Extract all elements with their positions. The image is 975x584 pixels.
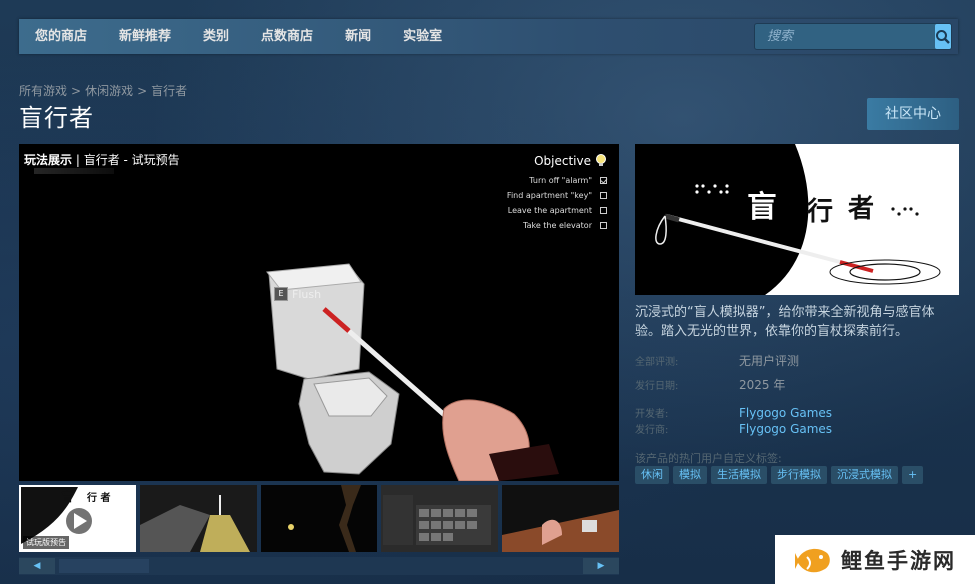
breadcrumb-current[interactable]: 盲行者: [151, 84, 187, 98]
page-title: 盲行者: [19, 104, 94, 132]
thumbnail-badge: 试玩版预告: [23, 536, 69, 549]
breadcrumb: 所有游戏 > 休闲游戏 > 盲行者: [19, 82, 187, 99]
key-prompt: E: [274, 287, 288, 301]
objective-text: Find apartment "key": [506, 191, 592, 200]
svg-text:盲: 盲: [61, 489, 73, 504]
game-capsule-image: 盲 行 者: [635, 144, 959, 295]
search-button[interactable]: [935, 24, 951, 49]
objective-text: Take the elevator: [523, 221, 592, 230]
objective-title: Objective: [507, 154, 607, 168]
info-publisher: 发行商: Flygogo Games: [635, 421, 832, 436]
objective-item: Find apartment "key": [507, 191, 607, 200]
objective-title-text: Objective: [534, 154, 591, 168]
video-subtitle-blur: [34, 168, 114, 174]
thumbnail-screenshot[interactable]: [502, 485, 619, 552]
carp-logo-icon: [795, 548, 830, 572]
thumbnail-image: [381, 485, 499, 552]
info-reviews: 全部评测: 无用户评测: [635, 352, 799, 369]
store-nav: 您的商店 新鲜推荐 类别 点数商店 新闻 实验室: [19, 19, 958, 54]
video-label-title: | 盲行者 - 试玩预告: [72, 153, 180, 167]
objective-text: Leave the apartment: [507, 206, 592, 215]
thumbnail-screenshot[interactable]: [139, 485, 257, 552]
tag-simulation[interactable]: 模拟: [673, 466, 707, 484]
arrow-right-icon: ▶: [597, 561, 605, 571]
thumbnail-screenshot[interactable]: [381, 485, 499, 552]
tag-walking-sim[interactable]: 步行模拟: [771, 466, 827, 484]
thumbnail-image: [260, 485, 378, 552]
breadcrumb-separator: >: [137, 84, 148, 98]
community-hub-button[interactable]: 社区中心: [867, 98, 959, 130]
interaction-prompt: E Flush: [274, 287, 321, 301]
nav-your-store[interactable]: 您的商店: [19, 19, 103, 54]
site-watermark: 鲤鱼手游网: [775, 535, 975, 584]
breadcrumb-all-games[interactable]: 所有游戏: [19, 84, 67, 98]
thumbnail-scrollbar[interactable]: ◀ ▶: [19, 557, 619, 575]
video-player[interactable]: 玩法展示 | 盲行者 - 试玩预告 Objective Turn off "al…: [19, 144, 619, 481]
nav-news[interactable]: 新闻: [329, 19, 387, 54]
info-label: 全部评测:: [635, 357, 679, 368]
nav-labs[interactable]: 实验室: [387, 19, 458, 54]
tag-list: 休闲 模拟 生活模拟 步行模拟 沉浸式模拟 +: [635, 466, 924, 484]
thumbnail-screenshot[interactable]: [260, 485, 378, 552]
tag-immersive-sim[interactable]: 沉浸式模拟: [831, 466, 898, 484]
capsule-char-1: 盲: [747, 190, 777, 225]
capsule-char-2: 行: [806, 196, 833, 227]
breadcrumb-casual[interactable]: 休闲游戏: [85, 84, 133, 98]
thumbnail-image: [139, 485, 257, 552]
prompt-text: Flush: [292, 287, 322, 301]
capsule-char-3: 者: [848, 194, 874, 224]
review-summary: 无用户评测: [739, 354, 800, 368]
tag-life-sim[interactable]: 生活模拟: [711, 466, 767, 484]
publisher-link[interactable]: Flygogo Games: [739, 422, 832, 436]
tag-casual[interactable]: 休闲: [635, 466, 669, 484]
breadcrumb-separator: >: [71, 84, 82, 98]
nav-new-noteworthy[interactable]: 新鲜推荐: [103, 19, 187, 54]
video-label: 玩法展示 | 盲行者 - 试玩预告: [24, 151, 180, 168]
arrow-left-icon: ◀: [33, 561, 41, 571]
objective-item: Turn off "alarm": [507, 176, 607, 185]
thumbnail-video[interactable]: 盲 行 者 试玩版预告: [19, 485, 136, 552]
scroll-left-button[interactable]: ◀: [19, 558, 55, 574]
objective-text: Turn off "alarm": [529, 176, 592, 185]
info-developer: 开发者: Flygogo Games: [635, 405, 832, 420]
tag-add-button[interactable]: +: [902, 466, 924, 484]
developer-link[interactable]: Flygogo Games: [739, 406, 832, 420]
search-icon: [936, 29, 950, 44]
objective-item: Take the elevator: [507, 221, 607, 230]
checkbox-unchecked: [600, 222, 607, 229]
thumbnail-image: [502, 485, 619, 552]
objective-panel: Objective Turn off "alarm" Find apartmen…: [507, 154, 607, 236]
checkbox-unchecked: [600, 207, 607, 214]
objective-item: Leave the apartment: [507, 206, 607, 215]
scroll-thumb[interactable]: [59, 559, 149, 573]
checkbox-checked: [600, 177, 607, 184]
search-box: [754, 23, 952, 50]
capsule-art: 盲 行 者: [635, 144, 959, 295]
info-label: 发行商:: [635, 425, 669, 436]
video-label-type: 玩法展示: [24, 153, 73, 167]
svg-text:行 者: 行 者: [86, 491, 110, 504]
nav-points-shop[interactable]: 点数商店: [245, 19, 329, 54]
nav-categories[interactable]: 类别: [187, 19, 245, 54]
info-label: 发行日期:: [635, 381, 679, 392]
release-date: 2025 年: [739, 378, 786, 392]
info-label: 开发者:: [635, 409, 669, 420]
tags-label: 该产品的热门用户自定义标签:: [635, 452, 782, 465]
media-thumbnails: 盲 行 者 试玩版预告: [19, 485, 619, 553]
info-release-date: 发行日期: 2025 年: [635, 376, 785, 393]
lightbulb-icon: [596, 154, 606, 166]
game-description: 沉浸式的“盲人模拟器”，给你带来全新视角与感官体验。踏入无光的世界，依靠你的盲杖…: [635, 305, 935, 339]
search-input[interactable]: [755, 24, 935, 49]
checkbox-unchecked: [600, 192, 607, 199]
watermark-text: 鲤鱼手游网: [841, 548, 956, 573]
scroll-right-button[interactable]: ▶: [583, 558, 619, 574]
